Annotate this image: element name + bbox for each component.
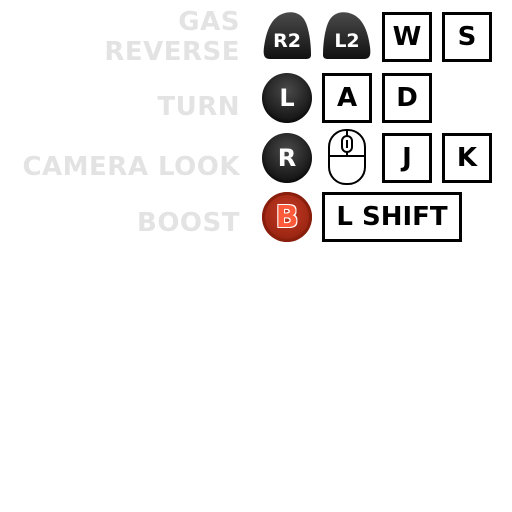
- l2-trigger-icon: L2: [322, 11, 372, 61]
- controls-legend: GAS REVERSE TURN CAMERA LOOK BOOST R2 L2…: [0, 0, 512, 512]
- key-d: D: [382, 73, 432, 123]
- turn-label: TURN: [157, 92, 240, 122]
- b-button-label: B: [275, 199, 299, 235]
- key-j: J: [382, 133, 432, 183]
- right-stick-label: R: [277, 144, 297, 172]
- right-stick-icon: R: [262, 133, 312, 183]
- camera-look-label: CAMERA LOOK: [22, 152, 240, 182]
- key-left-shift: L SHIFT: [322, 192, 462, 242]
- key-k: K: [442, 133, 492, 183]
- b-button-icon: B: [262, 192, 312, 242]
- boost-label: BOOST: [137, 208, 240, 238]
- r2-trigger-icon: R2: [262, 11, 312, 61]
- key-a: A: [322, 73, 372, 123]
- left-stick-icon: L: [262, 73, 312, 123]
- key-s: S: [442, 12, 492, 62]
- gas-label: GAS: [178, 7, 240, 37]
- key-w: W: [382, 12, 432, 62]
- r2-label: R2: [273, 30, 301, 52]
- mouse-icon: [327, 128, 367, 186]
- left-stick-label: L: [279, 84, 295, 112]
- reverse-label: REVERSE: [104, 37, 240, 67]
- l2-label: L2: [334, 30, 359, 52]
